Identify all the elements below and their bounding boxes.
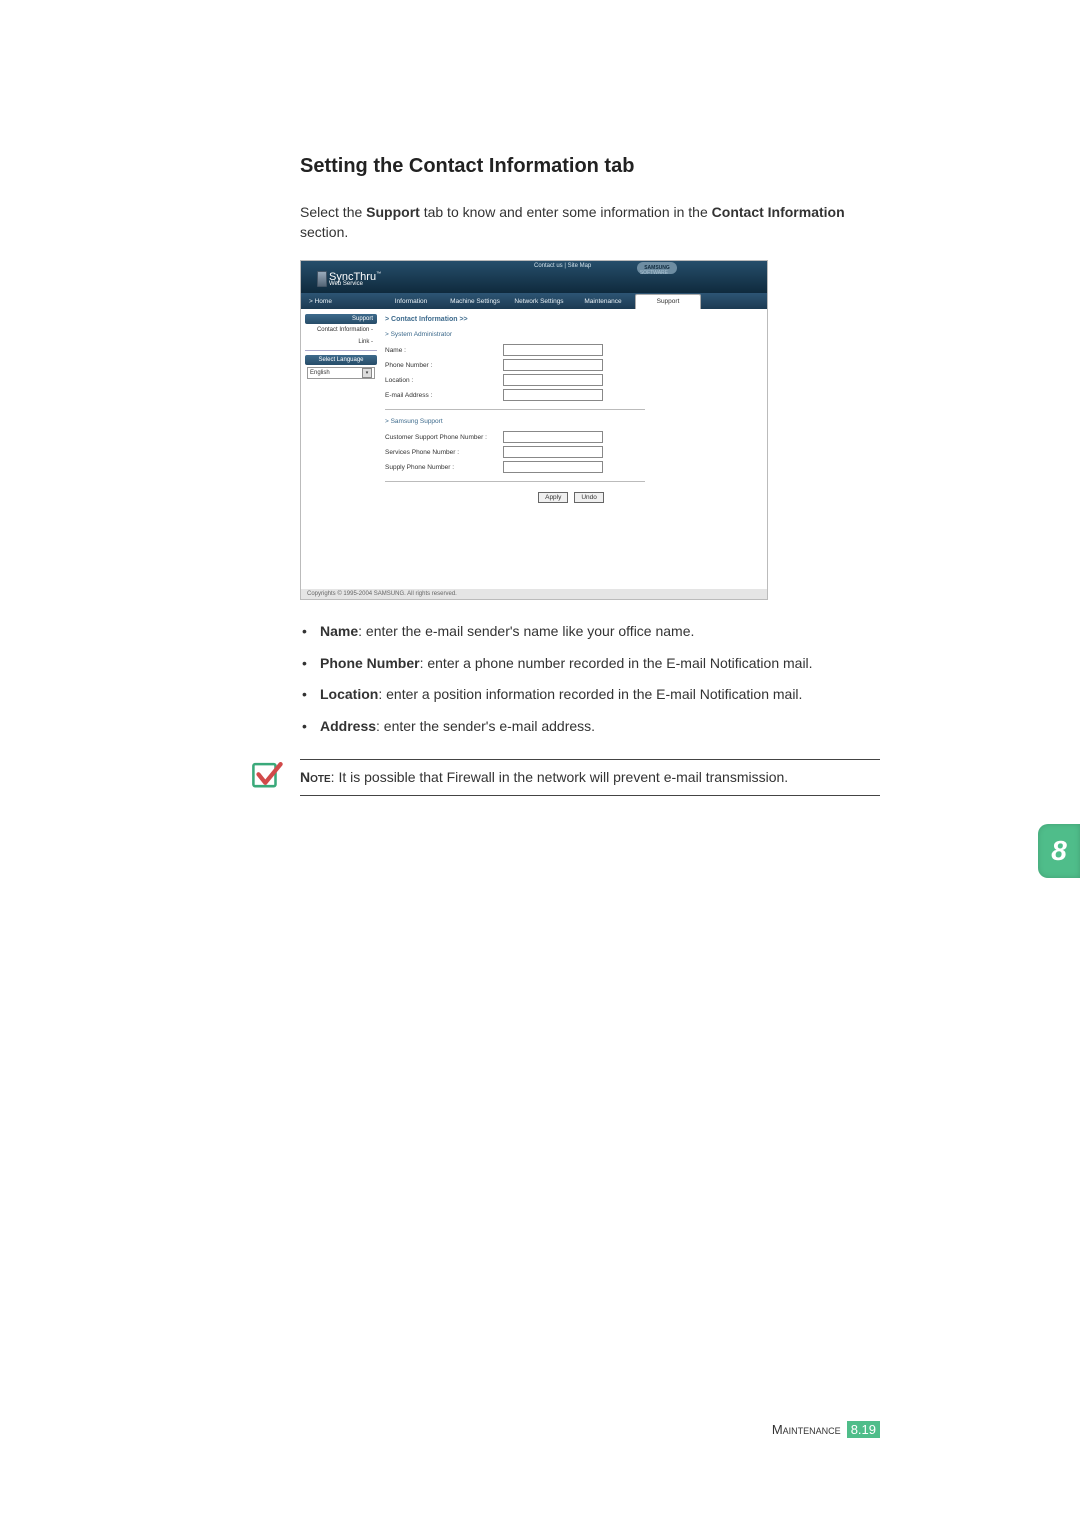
samsung-logo-sub: SOFTWARE (640, 270, 668, 276)
bullet-text: : enter a phone number recorded in the E… (420, 655, 813, 671)
label-supply-phone: Supply Phone Number : (385, 464, 503, 471)
webui-tab-bar: > Home Information Machine Settings Netw… (301, 293, 767, 309)
language-select-value: English (310, 370, 330, 376)
input-name[interactable] (503, 344, 603, 356)
label-phone: Phone Number : (385, 362, 503, 369)
tab-information[interactable]: Information (379, 298, 443, 305)
sidebar-item-contact-info[interactable]: Contact Information - (305, 324, 377, 336)
label-cust-support-phone: Customer Support Phone Number : (385, 434, 503, 441)
chapter-tab: 8 (1038, 824, 1080, 878)
input-cust-support-phone[interactable] (503, 431, 603, 443)
apply-button[interactable]: Apply (538, 492, 568, 503)
brand-tm: ™ (376, 271, 381, 277)
syncthru-brand: SyncThru™ Web Service (317, 271, 381, 287)
label-services-phone: Services Phone Number : (385, 449, 503, 456)
webui-copyright: Copyrights © 1995-2004 SAMSUNG. All righ… (301, 589, 767, 599)
webui-header: Contact us | Site Map SAMSUNG SOFTWARE S… (301, 261, 767, 293)
list-item: Address: enter the sender's e-mail addre… (316, 717, 880, 737)
tab-network-settings[interactable]: Network Settings (507, 298, 571, 305)
list-item: Location: enter a position information r… (316, 685, 880, 705)
field-description-list: Name: enter the e-mail sender's name lik… (300, 622, 880, 736)
label-location: Location : (385, 377, 503, 384)
language-select[interactable]: English ▾ (307, 367, 375, 379)
label-email: E-mail Address : (385, 392, 503, 399)
intro-text: section. (300, 224, 348, 240)
divider (385, 409, 645, 410)
list-item: Name: enter the e-mail sender's name lik… (316, 622, 880, 642)
tab-maintenance[interactable]: Maintenance (571, 298, 635, 305)
tab-support[interactable]: Support (635, 294, 701, 309)
section-samsung-support: > Samsung Support (385, 418, 757, 425)
chevron-down-icon: ▾ (362, 368, 372, 378)
checkmark-note-icon (250, 759, 284, 793)
webui-sidebar: Support Contact Information - Link - Sel… (301, 309, 379, 589)
divider (385, 481, 645, 482)
printer-icon (317, 271, 327, 287)
section-heading: Setting the Contact Information tab (300, 155, 880, 178)
header-top-links[interactable]: Contact us | Site Map (534, 263, 591, 269)
bullet-label: Name (320, 623, 358, 639)
footer-section-label: Maintenance (772, 1422, 841, 1437)
label-name: Name : (385, 347, 503, 354)
bullet-text: : enter the sender's e-mail address. (376, 718, 595, 734)
tab-home[interactable]: > Home (309, 298, 379, 305)
input-email[interactable] (503, 389, 603, 401)
bullet-label: Phone Number (320, 655, 420, 671)
note-text: : It is possible that Firewall in the ne… (331, 769, 789, 785)
note-label: Note (300, 769, 331, 785)
bullet-label: Location (320, 686, 378, 702)
page-footer: Maintenance 8.19 (772, 1421, 880, 1438)
input-phone[interactable] (503, 359, 603, 371)
sidebar-item-link[interactable]: Link - (305, 336, 377, 348)
footer-page-number: 8.19 (847, 1421, 880, 1438)
input-services-phone[interactable] (503, 446, 603, 458)
intro-bold-contact: Contact Information (712, 204, 845, 220)
sidebar-language-head: Select Language (305, 355, 377, 365)
breadcrumb: > Contact Information >> (385, 316, 757, 323)
input-location[interactable] (503, 374, 603, 386)
sidebar-separator (305, 350, 377, 351)
section-system-admin: > System Administrator (385, 331, 757, 338)
intro-text: Select the (300, 204, 366, 220)
sidebar-head-support: Support (305, 314, 377, 324)
bullet-text: : enter a position information recorded … (378, 686, 802, 702)
tab-machine-settings[interactable]: Machine Settings (443, 298, 507, 305)
intro-text: tab to know and enter some information i… (420, 204, 712, 220)
webui-main-panel: > Contact Information >> > System Admini… (379, 309, 767, 589)
bullet-label: Address (320, 718, 376, 734)
intro-paragraph: Select the Support tab to know and enter… (300, 203, 880, 242)
bullet-text: : enter the e-mail sender's name like yo… (358, 623, 694, 639)
undo-button[interactable]: Undo (574, 492, 604, 503)
input-supply-phone[interactable] (503, 461, 603, 473)
intro-bold-support: Support (366, 204, 420, 220)
note-block: Note: It is possible that Firewall in th… (250, 759, 880, 797)
list-item: Phone Number: enter a phone number recor… (316, 654, 880, 674)
embedded-web-ui: Contact us | Site Map SAMSUNG SOFTWARE S… (300, 260, 768, 600)
